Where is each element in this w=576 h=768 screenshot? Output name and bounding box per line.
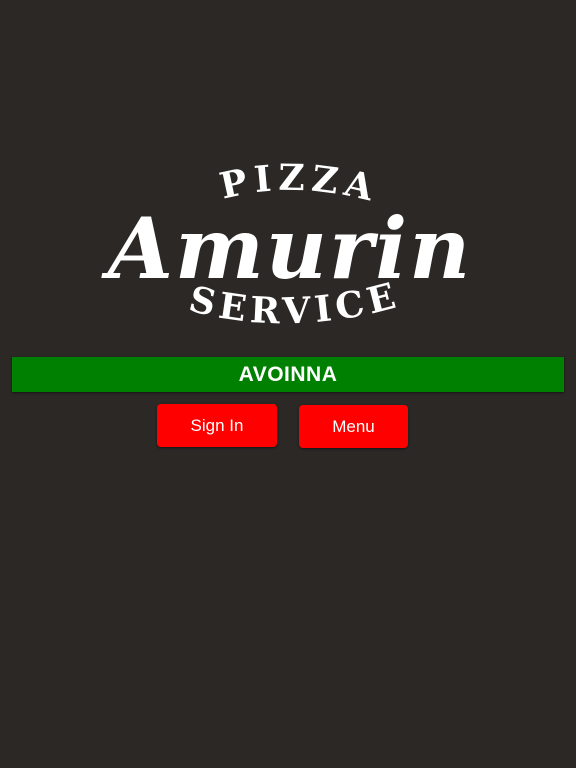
logo-graphic: PIZZA Amurin SERVICE <box>101 160 472 333</box>
menu-button[interactable]: Menu <box>299 405 408 448</box>
sign-in-button[interactable]: Sign In <box>157 404 277 447</box>
logo-main-text: Amurin <box>101 199 472 298</box>
store-name: AVOINNA <box>238 362 338 386</box>
app-screen: PIZZA Amurin SERVICE AVOINNA Sign In Men… <box>0 0 576 768</box>
store-name-bar: AVOINNA <box>12 357 564 392</box>
pizza-amurin-logo: PIZZA Amurin SERVICE <box>50 160 530 350</box>
